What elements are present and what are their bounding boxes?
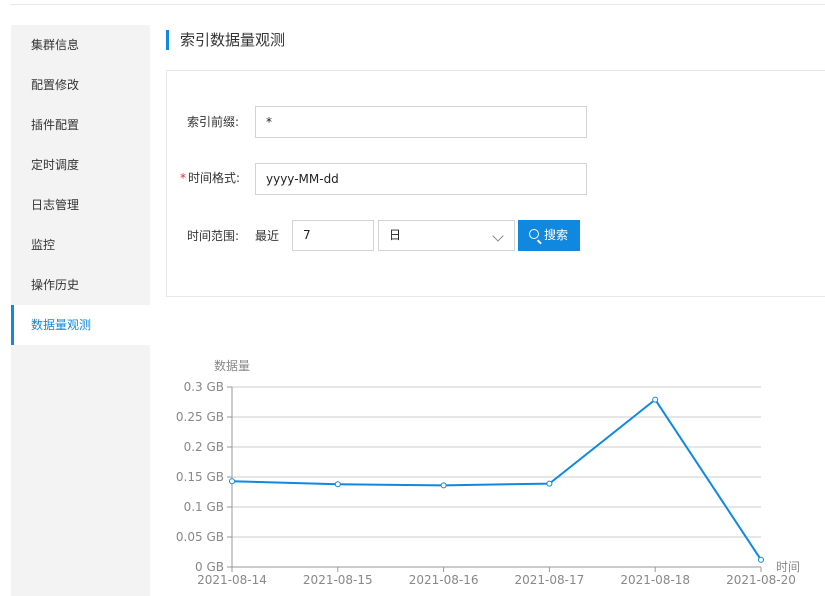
y-axis-label: 数据量 bbox=[214, 358, 250, 373]
y-tick-label: 0.25 GB bbox=[176, 410, 224, 424]
y-tick-label: 0.15 GB bbox=[176, 470, 224, 484]
data-volume-chart: 数据量 0 GB 0.05 GB 0.1 GB 0.15 GB 0.2 GB 0.25 G… bbox=[176, 358, 800, 587]
chart-grid bbox=[227, 386, 762, 572]
data-point bbox=[229, 478, 235, 485]
x-tick-label: 2021-08-20 bbox=[726, 573, 796, 587]
x-tick-labels: 2021-08-14 2021-08-15 2021-08-16 2021-08-17… bbox=[197, 573, 796, 587]
data-point bbox=[546, 480, 553, 487]
x-tick-label: 2021-08-15 bbox=[303, 573, 373, 587]
y-tick-labels: 0 GB 0.05 GB 0.1 GB 0.15 GB 0.2 GB 0.25 GB 0.3… bbox=[176, 380, 224, 574]
y-tick-label: 0 GB bbox=[195, 560, 224, 574]
data-point bbox=[652, 396, 659, 403]
x-tick-label: 2021-08-16 bbox=[409, 573, 479, 587]
series-line bbox=[231, 398, 762, 561]
y-tick-label: 0.1 GB bbox=[184, 500, 224, 514]
x-tick-label: 2021-08-18 bbox=[620, 573, 690, 587]
data-point bbox=[440, 482, 447, 489]
x-tick-label: 2021-08-14 bbox=[197, 573, 267, 587]
x-axis-label: 时间 bbox=[776, 560, 800, 574]
y-tick-label: 0.3 GB bbox=[184, 380, 224, 394]
data-point bbox=[334, 481, 341, 488]
data-point bbox=[758, 556, 764, 563]
x-tick-label: 2021-08-17 bbox=[515, 573, 585, 587]
chart-series bbox=[229, 396, 764, 563]
y-tick-label: 0.2 GB bbox=[184, 440, 224, 454]
y-tick-label: 0.05 GB bbox=[176, 530, 224, 544]
